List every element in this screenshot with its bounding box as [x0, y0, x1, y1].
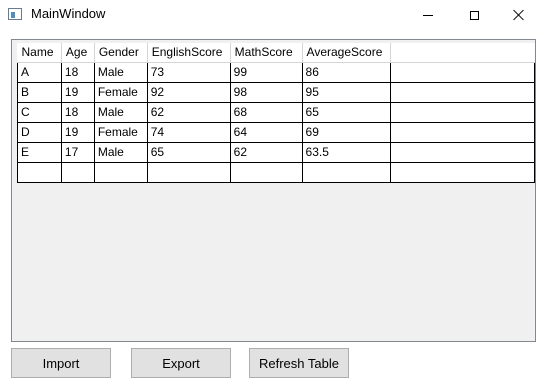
minimize-icon — [423, 14, 433, 16]
cell-gender[interactable]: Male — [93, 61, 148, 83]
cell-averagescore[interactable]: 69 — [301, 121, 392, 143]
close-icon — [513, 9, 525, 21]
cell-filler — [390, 121, 535, 143]
cell-name[interactable]: A — [17, 61, 62, 83]
cell-averagescore[interactable]: 63.5 — [301, 141, 392, 163]
table-row[interactable]: B 19 Female 92 98 95 — [17, 81, 535, 103]
cell-gender[interactable] — [93, 161, 148, 183]
import-button[interactable]: Import — [11, 348, 111, 378]
cell-age[interactable]: 18 — [60, 61, 95, 83]
cell-gender[interactable]: Male — [93, 141, 148, 163]
cell-mathscore[interactable]: 62 — [229, 141, 303, 163]
maximize-button[interactable] — [451, 0, 497, 30]
cell-age[interactable]: 18 — [60, 101, 95, 123]
cell-age[interactable]: 17 — [60, 141, 95, 163]
export-button[interactable]: Export — [131, 348, 231, 378]
cell-averagescore[interactable]: 86 — [301, 61, 392, 83]
minimize-button[interactable] — [405, 0, 451, 30]
column-header-name[interactable]: Name — [17, 43, 62, 63]
cell-englishscore[interactable]: 92 — [146, 81, 231, 103]
column-header-averagescore[interactable]: AverageScore — [302, 43, 392, 63]
close-button[interactable] — [496, 0, 541, 30]
cell-averagescore[interactable] — [301, 161, 392, 183]
cell-englishscore[interactable]: 65 — [146, 141, 231, 163]
cell-englishscore[interactable] — [146, 161, 231, 183]
new-item-row[interactable] — [17, 161, 535, 183]
cell-mathscore[interactable] — [229, 161, 303, 183]
table-row[interactable]: E 17 Male 65 62 63.5 — [17, 141, 535, 163]
cell-name[interactable]: B — [17, 81, 62, 103]
column-header-filler — [390, 43, 535, 63]
cell-name[interactable]: D — [17, 121, 62, 143]
cell-mathscore[interactable]: 68 — [229, 101, 303, 123]
cell-mathscore[interactable]: 64 — [229, 121, 303, 143]
cell-averagescore[interactable]: 95 — [301, 81, 392, 103]
cell-englishscore[interactable]: 74 — [146, 121, 231, 143]
cell-name[interactable] — [17, 161, 62, 183]
cell-averagescore[interactable]: 65 — [301, 101, 392, 123]
cell-gender[interactable]: Female — [93, 81, 148, 103]
cell-age[interactable] — [60, 161, 95, 183]
column-header-age[interactable]: Age — [61, 43, 95, 63]
cell-filler — [390, 141, 535, 163]
column-header-gender[interactable]: Gender — [94, 43, 148, 63]
cell-filler — [390, 101, 535, 123]
cell-filler — [390, 61, 535, 83]
window-title: MainWindow — [31, 6, 106, 21]
cell-age[interactable]: 19 — [60, 81, 95, 103]
cell-mathscore[interactable]: 99 — [229, 61, 303, 83]
maximize-icon — [469, 10, 479, 20]
cell-name[interactable]: E — [17, 141, 62, 163]
cell-filler — [390, 161, 535, 183]
table-row[interactable]: C 18 Male 62 68 65 — [17, 101, 535, 123]
table-header-row: Name Age Gender EnglishScore MathScore A… — [17, 43, 535, 63]
students-data-grid[interactable]: Name Age Gender EnglishScore MathScore A… — [11, 39, 536, 342]
app-window-icon — [8, 8, 22, 20]
cell-age[interactable]: 19 — [60, 121, 95, 143]
column-header-mathscore[interactable]: MathScore — [230, 43, 303, 63]
cell-name[interactable]: C — [17, 101, 62, 123]
cell-mathscore[interactable]: 98 — [229, 81, 303, 103]
cell-englishscore[interactable]: 73 — [146, 61, 231, 83]
data-table: Name Age Gender EnglishScore MathScore A… — [17, 43, 535, 183]
table-row[interactable]: D 19 Female 74 64 69 — [17, 121, 535, 143]
cell-englishscore[interactable]: 62 — [146, 101, 231, 123]
column-header-englishscore[interactable]: EnglishScore — [147, 43, 231, 63]
cell-gender[interactable]: Male — [93, 101, 148, 123]
main-window: MainWindow Name Age Gender EnglishScore — [0, 0, 541, 384]
table-row[interactable]: A 18 Male 73 99 86 — [17, 61, 535, 83]
cell-filler — [390, 81, 535, 103]
title-bar[interactable]: MainWindow — [0, 0, 541, 30]
refresh-table-button[interactable]: Refresh Table — [249, 348, 349, 378]
cell-gender[interactable]: Female — [93, 121, 148, 143]
